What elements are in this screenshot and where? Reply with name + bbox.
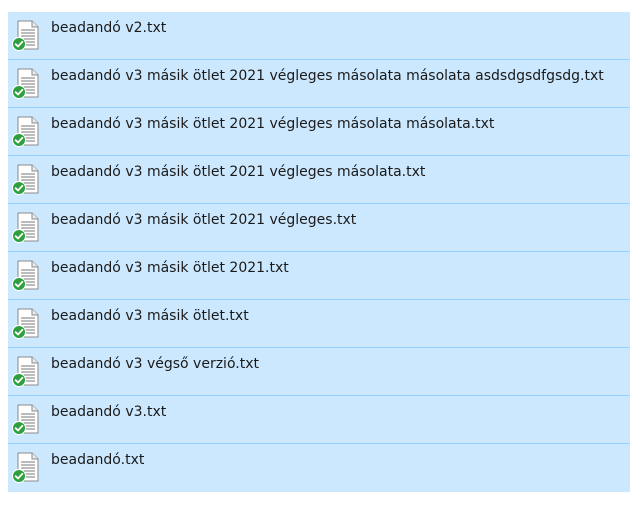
file-row[interactable]: beadandó v3 másik ötlet 2021 végleges má… (8, 60, 630, 108)
synced-check-icon (12, 276, 26, 291)
file-name: beadandó v3 másik ötlet 2021 végleges má… (51, 68, 604, 84)
file-row[interactable]: beadandó v3 másik ötlet.txt (8, 300, 630, 348)
synced-check-icon (12, 468, 26, 483)
file-name: beadandó v3 másik ötlet 2021 végleges má… (51, 164, 426, 180)
file-row[interactable]: beadandó v3.txt (8, 396, 630, 444)
synced-check-icon (12, 84, 26, 99)
synced-check-icon (12, 228, 26, 243)
file-list: beadandó v2.txt beadandó v3 másik ötlet … (8, 12, 630, 492)
file-row[interactable]: beadandó v3 másik ötlet 2021 végleges.tx… (8, 204, 630, 252)
file-name: beadandó v2.txt (51, 20, 167, 36)
synced-check-icon (12, 36, 26, 51)
file-name: beadandó v3 végső verzió.txt (51, 356, 259, 372)
file-name: beadandó v3 másik ötlet 2021 végleges.tx… (51, 212, 357, 228)
file-name: beadandó v3 másik ötlet.txt (51, 308, 249, 324)
synced-check-icon (12, 324, 26, 339)
file-row[interactable]: beadandó v3 végső verzió.txt (8, 348, 630, 396)
file-row[interactable]: beadandó v3 másik ötlet 2021.txt (8, 252, 630, 300)
file-row[interactable]: beadandó.txt (8, 444, 630, 492)
synced-check-icon (12, 372, 26, 387)
synced-check-icon (12, 132, 26, 147)
synced-check-icon (12, 420, 26, 435)
file-name: beadandó v3.txt (51, 404, 167, 420)
file-row[interactable]: beadandó v2.txt (8, 12, 630, 60)
file-row[interactable]: beadandó v3 másik ötlet 2021 végleges má… (8, 108, 630, 156)
file-name: beadandó v3 másik ötlet 2021 végleges má… (51, 116, 495, 132)
file-name: beadandó.txt (51, 452, 145, 468)
file-row[interactable]: beadandó v3 másik ötlet 2021 végleges má… (8, 156, 630, 204)
synced-check-icon (12, 180, 26, 195)
file-name: beadandó v3 másik ötlet 2021.txt (51, 260, 289, 276)
